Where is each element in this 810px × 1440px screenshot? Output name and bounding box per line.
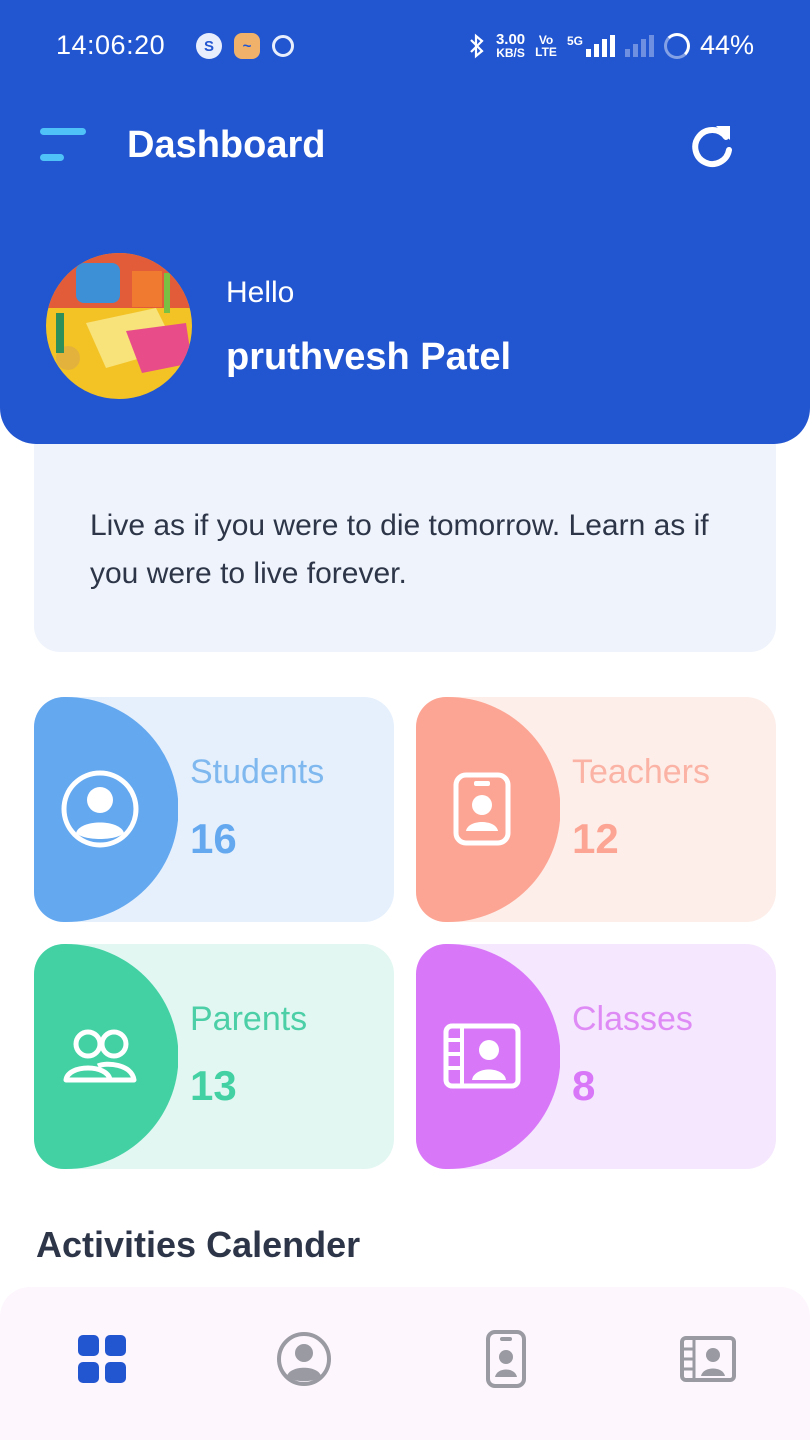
page-title: Dashboard — [127, 124, 326, 166]
sync-app-icon — [272, 35, 294, 57]
volte-indicator: Vo LTE — [535, 32, 557, 59]
status-time: 14:06:20 — [56, 30, 166, 60]
quote-text: Live as if you were to die tomorrow. Lea… — [90, 509, 709, 590]
students-nav-icon[interactable] — [274, 1329, 334, 1389]
classroom-icon — [443, 1023, 521, 1089]
teachers-label: Teachers — [572, 753, 710, 791]
activities-calendar-title: Activities Calender — [36, 1224, 361, 1265]
signal-5g: 5G — [567, 34, 615, 57]
status-indicators: 3.00 KB/S Vo LTE 5G 44% — [468, 30, 754, 61]
teachers-count: 12 — [572, 815, 619, 862]
users-group-icon — [63, 1029, 137, 1083]
students-count: 16 — [190, 815, 237, 862]
greeting-text: Hello — [226, 276, 295, 309]
classes-nav-icon[interactable] — [678, 1329, 738, 1389]
id-badge-icon — [453, 772, 511, 846]
notification-icons: S ~ — [196, 33, 294, 59]
avatar[interactable] — [46, 253, 192, 399]
classes-card[interactable]: Classes 8 — [416, 944, 776, 1169]
refresh-icon[interactable] — [686, 120, 738, 172]
network-speed: 3.00 KB/S — [495, 31, 526, 60]
header: 14:06:20 S ~ 3.00 KB/S Vo LTE 5G 44% Das… — [0, 0, 810, 444]
students-card[interactable]: Students 16 — [34, 697, 394, 922]
package-icon: ~ — [234, 33, 260, 59]
parents-card[interactable]: Parents 13 — [34, 944, 394, 1169]
user-name: pruthvesh Patel — [226, 336, 512, 378]
skype-icon: S — [196, 33, 222, 59]
avatar-image — [46, 253, 192, 399]
bluetooth-icon — [470, 33, 484, 58]
battery-percent: 44% — [699, 30, 754, 60]
classes-label: Classes — [572, 1000, 693, 1038]
quote-card: Live as if you were to die tomorrow. Lea… — [34, 420, 776, 652]
teachers-card[interactable]: Teachers 12 — [416, 697, 776, 922]
status-bar: 14:06:20 S ~ 3.00 KB/S Vo LTE 5G 44% — [0, 0, 810, 92]
user-circle-icon — [61, 770, 139, 848]
signal-bars-empty-icon — [624, 34, 654, 57]
students-label: Students — [190, 753, 325, 791]
parents-count: 13 — [190, 1062, 237, 1109]
classes-count: 8 — [572, 1062, 596, 1109]
dashboard-icon[interactable] — [72, 1329, 132, 1389]
teachers-nav-icon[interactable] — [476, 1329, 536, 1389]
parents-label: Parents — [190, 1000, 308, 1038]
bottom-nav — [0, 1287, 810, 1440]
battery-icon — [663, 32, 690, 59]
signal-bars-icon — [585, 34, 615, 57]
menu-button[interactable] — [40, 126, 88, 166]
